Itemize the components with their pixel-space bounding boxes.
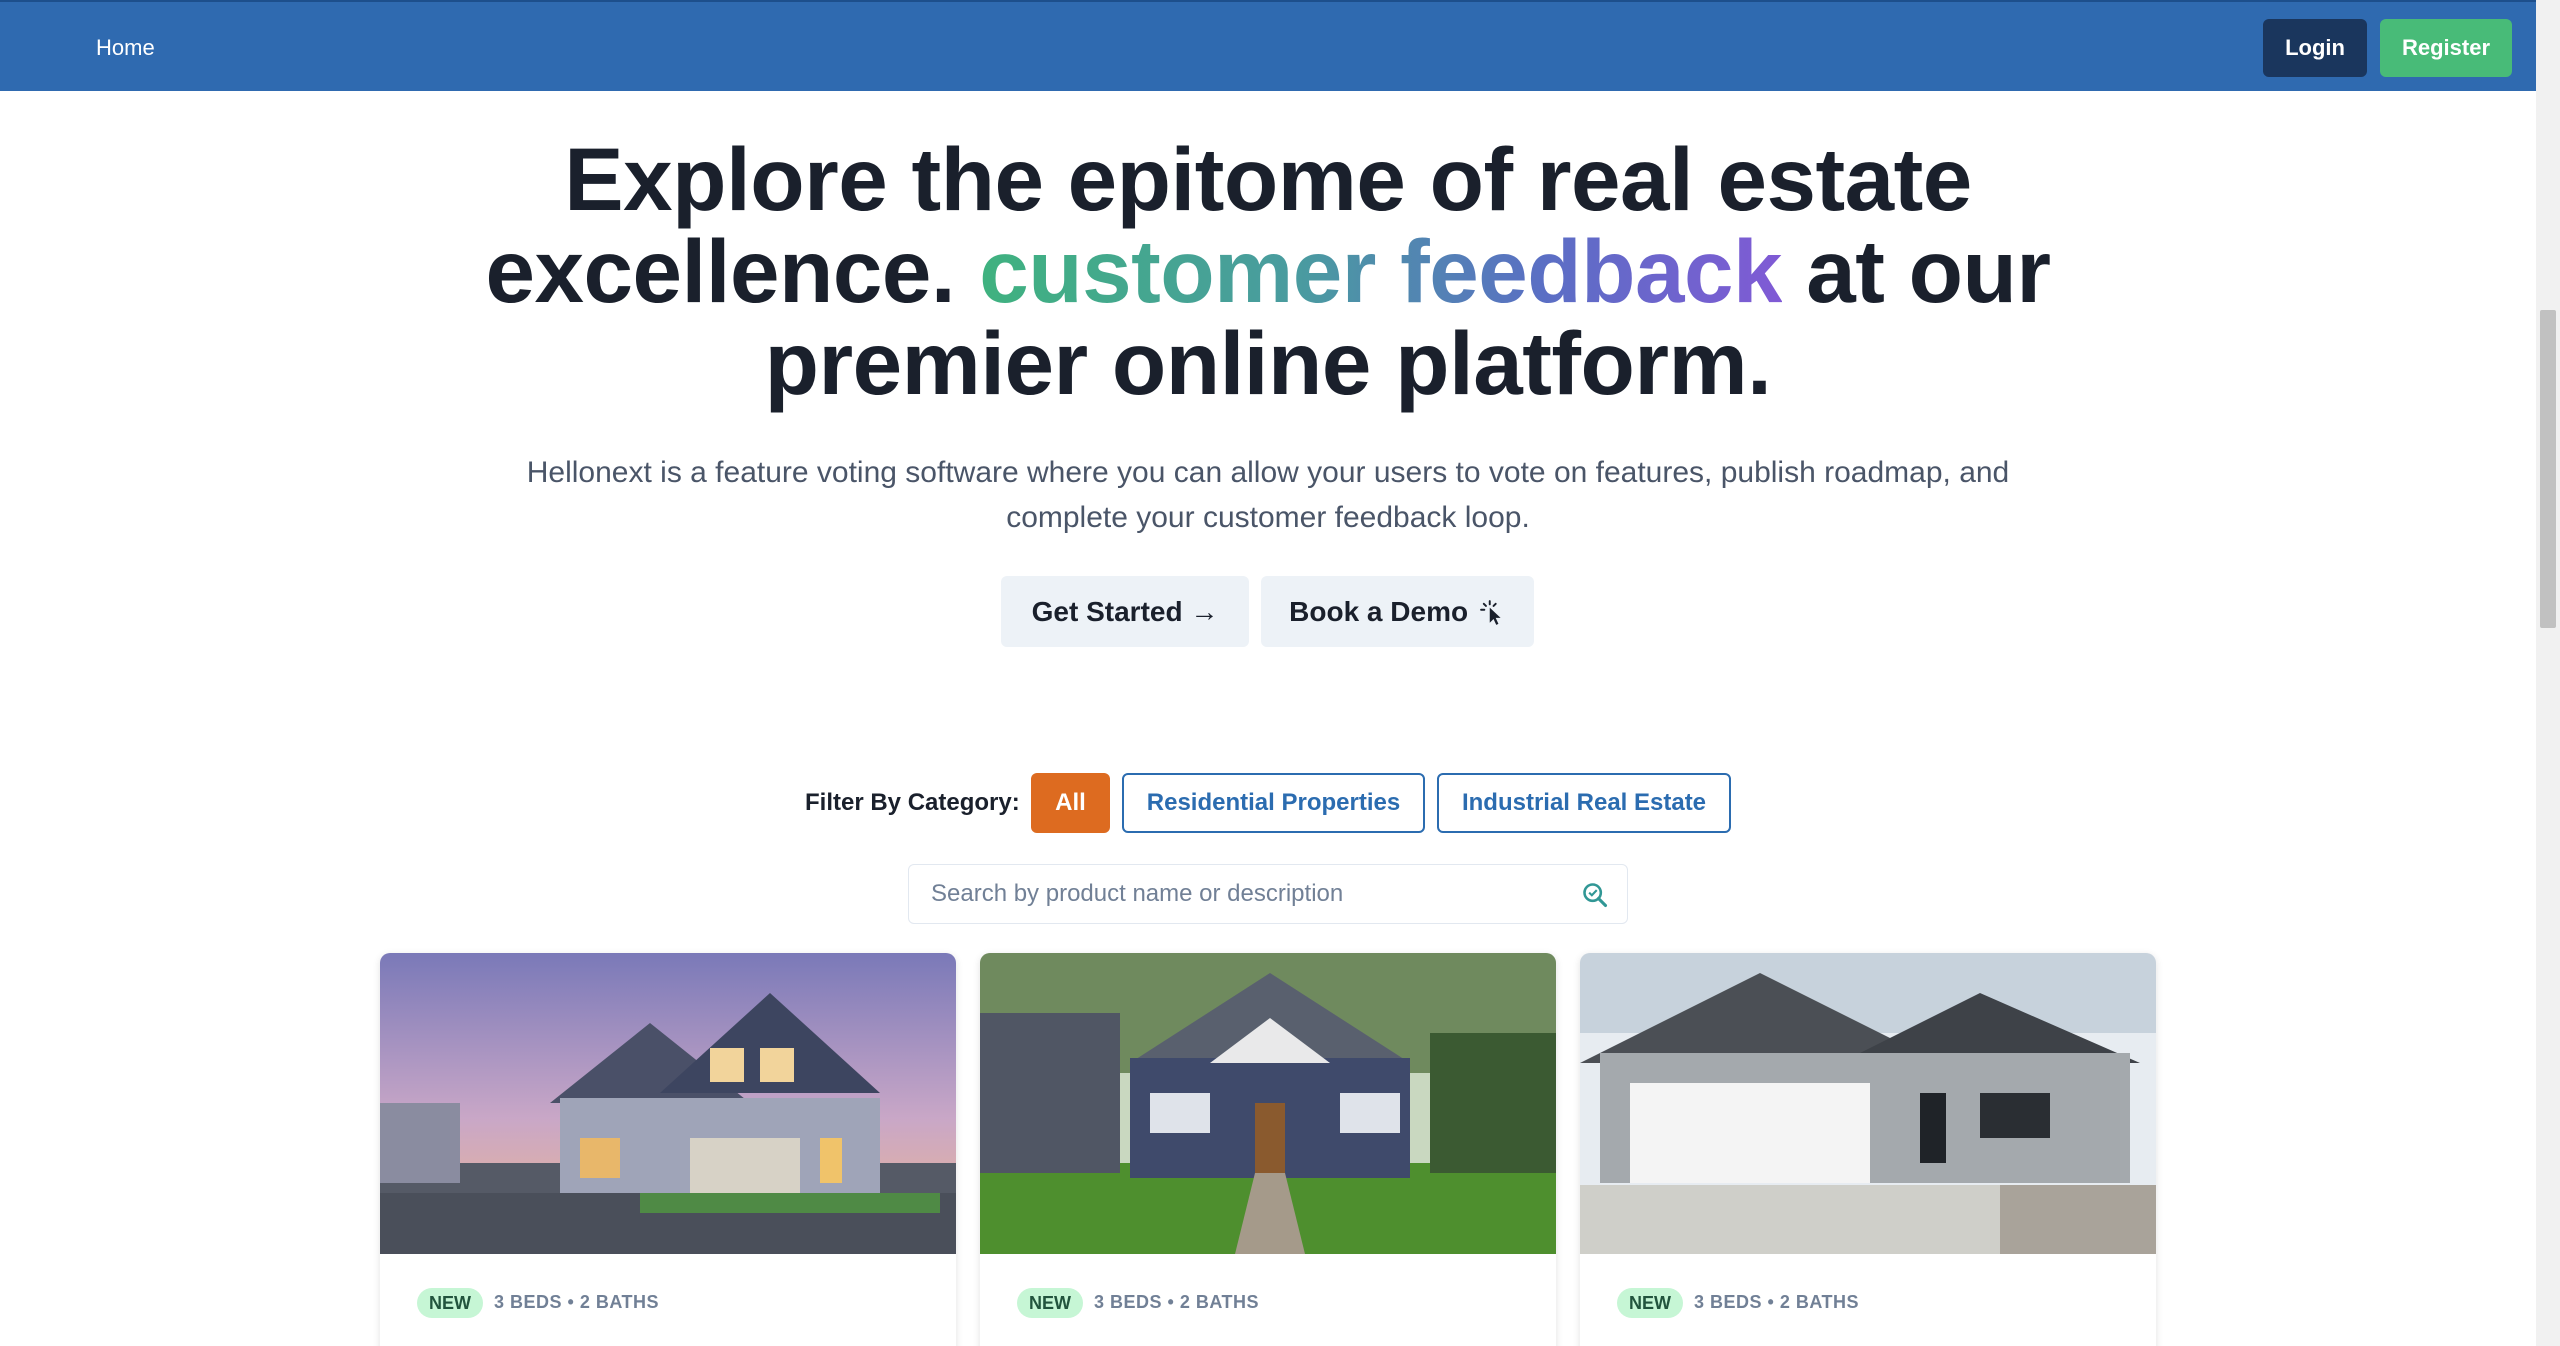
new-badge: NEW <box>1017 1288 1083 1318</box>
login-button[interactable]: Login <box>2263 19 2367 77</box>
new-badge: NEW <box>1617 1288 1683 1318</box>
hero-title-before-highlight: excellence. <box>485 221 980 321</box>
listing-meta: 3 BEDS • 2 BATHS <box>494 1292 659 1312</box>
hero-title: Explore the epitome of real estate excel… <box>360 133 2176 409</box>
listing-image <box>1580 953 2156 1254</box>
listing-card[interactable]: NEW 3 BEDS • 2 BATHS <box>980 953 1556 1346</box>
hero-title-highlight: customer feedback <box>979 221 1782 321</box>
hero-title-after-highlight: at our <box>1782 221 2051 321</box>
navbar: Home Login Register <box>0 0 2536 91</box>
hero-title-line-1: Explore the epitome of real estate <box>564 129 1972 229</box>
listing-card[interactable]: NEW 3 BEDS • 2 BATHS <box>380 953 956 1346</box>
get-started-label: Get Started → <box>1031 595 1219 627</box>
new-badge: NEW <box>417 1288 483 1318</box>
page: Home Login Register Explore the epitome … <box>0 0 2560 1346</box>
listing-meta: 3 BEDS • 2 BATHS <box>1694 1292 1859 1312</box>
hero-subtitle: Hellonext is a feature voting software w… <box>526 456 2010 534</box>
listing-image <box>380 953 956 1254</box>
scrollbar[interactable] <box>2536 0 2560 1346</box>
filter-chip-industrial[interactable]: Industrial Real Estate <box>1437 773 1731 833</box>
filter-chip-all[interactable]: All <box>1031 773 1110 833</box>
filter-label: Filter By Category: <box>805 789 1020 816</box>
listing-card[interactable]: NEW 3 BEDS • 2 BATHS <box>1580 953 2156 1346</box>
book-demo-button[interactable]: Book a Demo <box>1261 576 1534 647</box>
search-box <box>908 864 1628 924</box>
listing-image <box>980 953 1556 1254</box>
search-icon[interactable] <box>1581 881 1609 909</box>
book-demo-label: Book a Demo <box>1289 595 1469 627</box>
pointer-click-icon <box>1479 599 1501 625</box>
scrollbar-thumb[interactable] <box>2540 310 2556 628</box>
listing-meta: 3 BEDS • 2 BATHS <box>1094 1292 1259 1312</box>
register-button[interactable]: Register <box>2380 19 2512 77</box>
get-started-button[interactable]: Get Started → <box>1001 576 1249 647</box>
search-input[interactable] <box>931 865 1551 923</box>
nav-home-link[interactable]: Home <box>96 35 155 61</box>
filter-chip-residential[interactable]: Residential Properties <box>1122 773 1425 833</box>
hero-title-line-3: premier online platform. <box>764 313 1772 413</box>
